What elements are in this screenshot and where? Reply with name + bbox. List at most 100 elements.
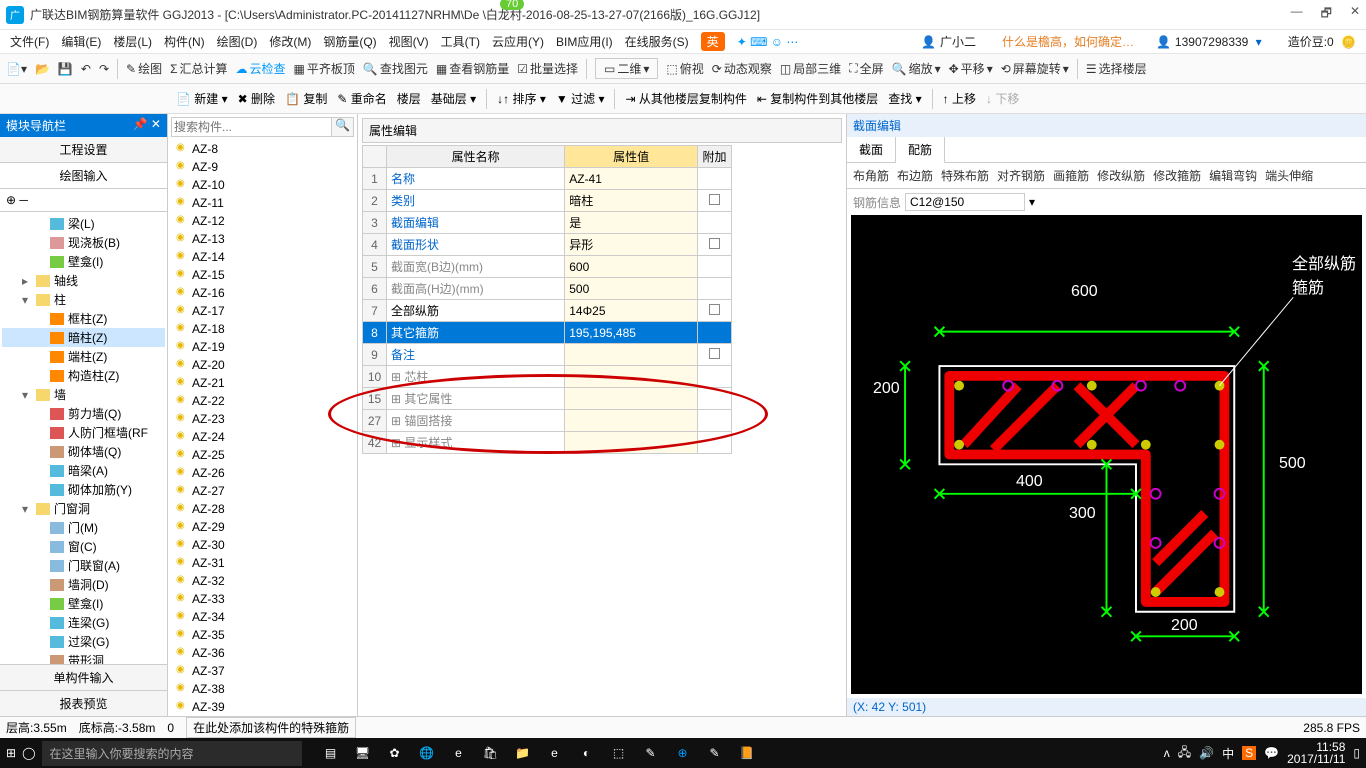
tb-align[interactable]: ▦ 平齐板顶	[294, 60, 355, 77]
close-button[interactable]: ✕	[1350, 4, 1360, 25]
tree-item[interactable]: 连梁(G)	[2, 613, 165, 632]
list-item[interactable]: AZ-36	[168, 644, 357, 662]
tree-item[interactable]: 框柱(Z)	[2, 309, 165, 328]
prop-row[interactable]: 27⊞ 锚固搭接	[363, 410, 732, 432]
sb-hook[interactable]: 编辑弯钩	[1209, 167, 1257, 184]
tree-item[interactable]: 现浇板(B)	[2, 233, 165, 252]
start-button[interactable]: ⊞	[6, 746, 16, 760]
tb-cloudcheck[interactable]: ☁ 云检查	[236, 60, 286, 77]
list-item[interactable]: AZ-25	[168, 446, 357, 464]
user-label[interactable]: 👤广小二	[917, 31, 984, 52]
prop-row[interactable]: 5截面宽(B边)(mm)600	[363, 256, 732, 278]
prop-row[interactable]: 6截面高(H边)(mm)500	[363, 278, 732, 300]
prop-row[interactable]: 15⊞ 其它属性	[363, 388, 732, 410]
nav-mode-icons[interactable]: ⊕ ─	[0, 189, 167, 212]
list-item[interactable]: AZ-11	[168, 194, 357, 212]
tb2-find[interactable]: 查找 ▾	[888, 90, 921, 107]
tree-item[interactable]: 窗(C)	[2, 537, 165, 556]
tree-item[interactable]: ▾柱	[2, 290, 165, 309]
prop-row[interactable]: 3截面编辑是	[363, 212, 732, 234]
tb2-rename[interactable]: ✎ 重命名	[337, 90, 386, 107]
tab-rebar[interactable]: 配筋	[896, 137, 945, 163]
menu-view[interactable]: 视图(V)	[385, 31, 433, 52]
list-item[interactable]: AZ-22	[168, 392, 357, 410]
taskview-icon[interactable]: ▤	[322, 746, 340, 760]
nav-tab-settings[interactable]: 工程设置	[0, 137, 167, 163]
tb-3d[interactable]: ◫ 局部三维	[780, 60, 841, 77]
list-item[interactable]: AZ-16	[168, 284, 357, 302]
nav-tab-report[interactable]: 报表预览	[0, 690, 167, 716]
prop-row[interactable]: 10⊞ 芯柱	[363, 366, 732, 388]
tab-section[interactable]: 截面	[847, 137, 896, 162]
menu-rebar[interactable]: 钢筋量(Q)	[319, 31, 380, 52]
tray-ime-icon[interactable]: 中	[1222, 745, 1234, 762]
tb-viewrebar[interactable]: ▦ 查看钢筋量	[436, 60, 509, 77]
tb-open-icon[interactable]: 📂	[35, 62, 50, 76]
menu-file[interactable]: 文件(F)	[6, 31, 53, 52]
tree-item[interactable]: ▸轴线	[2, 271, 165, 290]
search-button[interactable]: 🔍	[332, 117, 354, 137]
list-item[interactable]: AZ-24	[168, 428, 357, 446]
menu-tool[interactable]: 工具(T)	[437, 31, 484, 52]
tree-item[interactable]: 砌体加筋(Y)	[2, 480, 165, 499]
list-item[interactable]: AZ-19	[168, 338, 357, 356]
list-item[interactable]: AZ-28	[168, 500, 357, 518]
list-item[interactable]: AZ-14	[168, 248, 357, 266]
list-item[interactable]: AZ-13	[168, 230, 357, 248]
tree-item[interactable]: 壁龛(I)	[2, 252, 165, 271]
edge-icon[interactable]: e	[450, 746, 468, 760]
app5-icon[interactable]: ⬚	[610, 746, 628, 760]
ginfo-input[interactable]	[905, 193, 1025, 211]
app1-icon[interactable]: 🖥	[354, 746, 372, 760]
tree-item[interactable]: 门联窗(A)	[2, 556, 165, 575]
sb-corner[interactable]: 布角筋	[853, 167, 889, 184]
tree-item[interactable]: 壁龛(I)	[2, 594, 165, 613]
tb2-copyto[interactable]: ⇤ 复制构件到其他楼层	[757, 90, 878, 107]
list-item[interactable]: AZ-39	[168, 698, 357, 716]
prop-row[interactable]: 2类别暗柱	[363, 190, 732, 212]
nav-tab-single[interactable]: 单构件输入	[0, 664, 167, 690]
app8-icon[interactable]: ✎	[706, 746, 724, 760]
app9-icon[interactable]: 📙	[738, 746, 756, 760]
tree-item[interactable]: ▾门窗洞	[2, 499, 165, 518]
menu-online[interactable]: 在线服务(S)	[621, 31, 693, 52]
list-item[interactable]: AZ-8	[168, 140, 357, 158]
search-input[interactable]	[171, 117, 332, 137]
tb2-copy[interactable]: 📋 复制	[285, 90, 327, 107]
app3-icon[interactable]: 🌐	[418, 746, 436, 760]
menu-edit[interactable]: 编辑(E)	[57, 31, 105, 52]
tb-draw[interactable]: ✎绘图	[126, 60, 162, 77]
restore-button[interactable]: 🗗	[1321, 4, 1332, 25]
explorer-icon[interactable]: 📁	[514, 746, 532, 760]
prop-row[interactable]: 7全部纵筋14Φ25	[363, 300, 732, 322]
tb-new-icon[interactable]: 📄▾	[6, 62, 27, 76]
coin-label[interactable]: 造价豆:0 🪙	[1280, 31, 1360, 52]
section-canvas[interactable]: 600 200 400 500 300 200 全部纵筋 箍筋	[851, 215, 1362, 694]
list-item[interactable]: AZ-37	[168, 662, 357, 680]
tree-item[interactable]: 人防门框墙(RF	[2, 423, 165, 442]
list-item[interactable]: AZ-12	[168, 212, 357, 230]
tb-orbit[interactable]: ⟳ 动态观察	[712, 60, 772, 77]
app6-icon[interactable]: ✎	[642, 746, 660, 760]
sb-stirrup[interactable]: 画箍筋	[1053, 167, 1089, 184]
tb-2d[interactable]: ▭ 二维 ▾	[595, 58, 658, 79]
sb-modstir[interactable]: 修改箍筋	[1153, 167, 1201, 184]
prop-row[interactable]: 4截面形状异形	[363, 234, 732, 256]
list-item[interactable]: AZ-26	[168, 464, 357, 482]
list-item[interactable]: AZ-29	[168, 518, 357, 536]
sb-edge[interactable]: 布边筋	[897, 167, 933, 184]
app4-icon[interactable]: ◐	[578, 746, 596, 760]
menu-modify[interactable]: 修改(M)	[265, 31, 315, 52]
list-item[interactable]: AZ-27	[168, 482, 357, 500]
tb2-filter[interactable]: ▼ 过滤 ▾	[556, 90, 605, 107]
list-item[interactable]: AZ-31	[168, 554, 357, 572]
list-item[interactable]: AZ-32	[168, 572, 357, 590]
list-item[interactable]: AZ-33	[168, 590, 357, 608]
tb2-sort[interactable]: ↓↑ 排序 ▾	[497, 90, 546, 107]
nav-tab-draw[interactable]: 绘图输入	[0, 163, 167, 189]
menu-component[interactable]: 构件(N)	[160, 31, 209, 52]
tb-save-icon[interactable]: 💾	[58, 62, 73, 76]
tray-s-icon[interactable]: S	[1242, 746, 1256, 760]
help-link[interactable]: 什么是檐高，如何确定…	[998, 31, 1138, 52]
tb2-up[interactable]: ↑ 上移	[943, 90, 976, 107]
